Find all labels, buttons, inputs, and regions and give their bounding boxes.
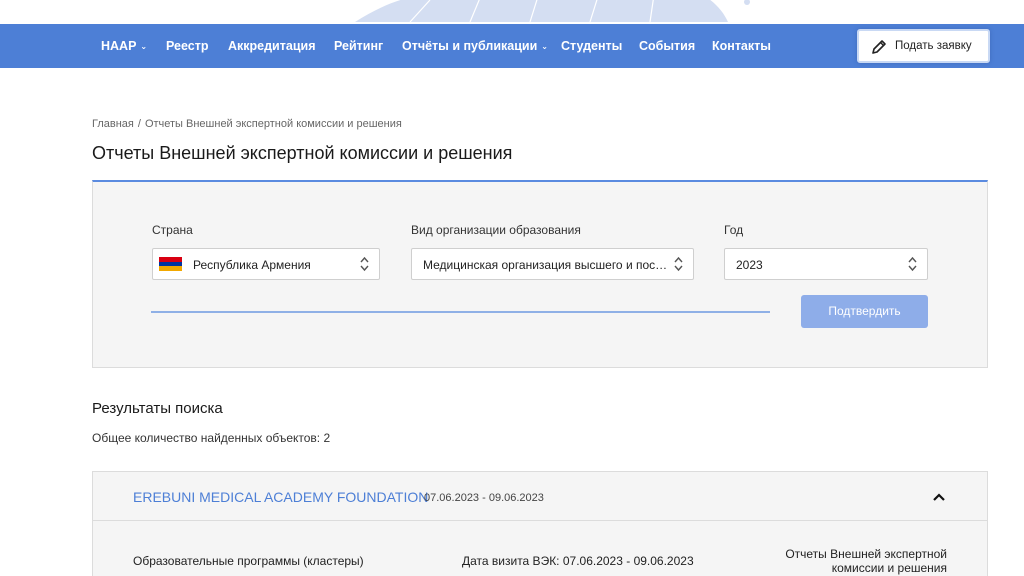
result-dates: 07.06.2023 - 09.06.2023 — [424, 492, 544, 504]
nav-item-accreditation[interactable]: Аккредитация — [228, 24, 315, 68]
nav-label: НААР — [101, 39, 137, 53]
country-select-value: Республика Армения — [193, 258, 311, 272]
year-label: Год — [724, 223, 744, 237]
results-title: Результаты поиска — [92, 400, 223, 417]
org-type-select-value: Медицинская организация высшего и послев… — [423, 258, 669, 272]
nav-label: Реестр — [166, 39, 209, 53]
results-count: Общее количество найденных объектов: 2 — [92, 431, 331, 445]
result-org-name[interactable]: EREBUNI MEDICAL ACADEMY FOUNDATION — [133, 489, 428, 505]
nav-item-contacts[interactable]: Контакты — [712, 24, 771, 68]
result-card: EREBUNI MEDICAL ACADEMY FOUNDATION 07.06… — [92, 471, 988, 576]
breadcrumb: Главная / Отчеты Внешней экспертной комисс… — [92, 118, 402, 130]
breadcrumb-home-link[interactable]: Главная — [92, 118, 134, 130]
chevron-up-icon[interactable] — [931, 489, 947, 505]
filter-panel: Страна Республика Армения Вид организаци… — [92, 180, 988, 368]
year-select[interactable]: 2023 — [724, 248, 928, 280]
sort-updown-icon — [360, 256, 369, 272]
country-select[interactable]: Республика Армения — [152, 248, 380, 280]
country-label: Страна — [152, 223, 193, 237]
apply-button-label: Подать заявку — [895, 40, 972, 52]
nav-label: Рейтинг — [334, 39, 384, 53]
page-title: Отчеты Внешней экспертной комиссии и реш… — [92, 143, 513, 163]
result-programs-label: Образовательные программы (кластеры) — [133, 554, 364, 568]
sort-updown-icon — [908, 256, 917, 272]
chevron-down-icon: ⌄ — [541, 42, 548, 51]
result-reports-heading: Отчеты Внешней экспертной комиссии и реш… — [785, 547, 947, 575]
apply-button[interactable]: Подать заявку — [857, 29, 990, 63]
result-reports-heading-line2: комиссии и решения — [831, 561, 947, 575]
chevron-down-icon: ⌄ — [140, 42, 148, 51]
org-type-label: Вид организации образования — [411, 223, 581, 237]
nav-label: Аккредитация — [228, 39, 316, 53]
nav-item-events[interactable]: События — [639, 24, 695, 68]
sort-updown-icon — [674, 256, 683, 272]
result-reports-heading-line1: Отчеты Внешней экспертной — [785, 547, 947, 561]
armenia-flag-icon — [159, 257, 182, 271]
nav-label: События — [639, 39, 696, 53]
header-map-strip — [0, 0, 1024, 24]
confirm-button[interactable]: Подтвердить — [801, 295, 928, 328]
nav-label: Отчёты и публикации — [402, 39, 538, 53]
breadcrumb-current: Отчеты Внешней экспертной комиссии и реш… — [144, 118, 402, 130]
result-card-header[interactable]: EREBUNI MEDICAL ACADEMY FOUNDATION 07.06… — [93, 472, 987, 521]
nav-item-registry[interactable]: Реестр — [166, 24, 208, 68]
pencil-icon — [872, 40, 886, 54]
nav-item-reports[interactable]: Отчёты и публикации ⌄ — [402, 24, 548, 68]
nav-label: Студенты — [561, 39, 623, 53]
year-select-value: 2023 — [736, 258, 763, 272]
nav-item-students[interactable]: Студенты — [561, 24, 622, 68]
org-type-select[interactable]: Медицинская организация высшего и послев… — [411, 248, 694, 280]
filter-divider — [151, 311, 770, 313]
nav-label: Контакты — [712, 39, 771, 53]
breadcrumb-separator: / — [137, 118, 141, 130]
result-visit-date: Дата визита ВЭК: 07.06.2023 - 09.06.2023 — [462, 554, 694, 568]
nav-item-naar[interactable]: НААР ⌄ — [101, 24, 147, 68]
map-decoration — [355, 0, 750, 23]
nav-item-rating[interactable]: Рейтинг — [334, 24, 383, 68]
